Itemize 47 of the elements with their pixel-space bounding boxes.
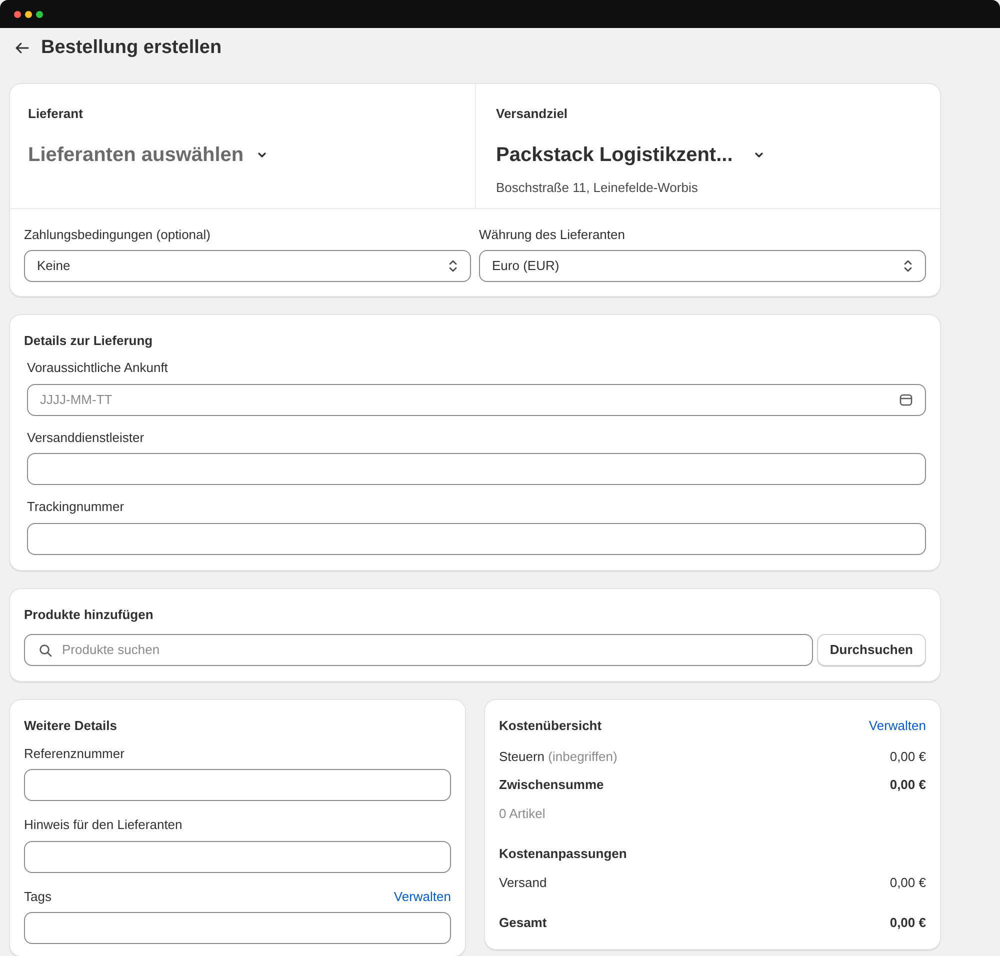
cost-value: 0,00 € — [890, 914, 926, 932]
section-heading: Kostenanpassungen — [499, 845, 628, 863]
destination-dropdown[interactable]: Packstack Logistikzent... — [496, 140, 920, 170]
cost-label: Versand — [499, 874, 547, 892]
field-label: Trackingnummer — [27, 498, 126, 516]
page-title: Bestellung erstellen — [41, 36, 222, 60]
card-title: Weitere Details — [24, 717, 118, 735]
up-down-chevron-icon — [448, 258, 458, 272]
cost-value: 0,00 € — [890, 776, 926, 794]
input-field[interactable] — [24, 769, 451, 801]
select-field[interactable]: Euro (EUR) — [479, 250, 926, 282]
cost-label: Steuern (inbegriffen) — [499, 748, 618, 766]
field-label: Hinweis für den Lieferanten — [24, 816, 182, 834]
field-label: Währung des Lieferanten — [479, 226, 626, 244]
cost-value: 0,00 € — [890, 874, 926, 892]
field-label: Versanddienstleister — [27, 428, 146, 446]
section-label: Lieferant — [28, 105, 84, 123]
card-title: Produkte hinzufügen — [24, 606, 154, 624]
manage-link[interactable]: Verwalten — [394, 886, 451, 906]
back-arrow-icon[interactable] — [15, 42, 29, 54]
cost-label: Zwischensumme — [499, 776, 604, 794]
input-field[interactable] — [27, 522, 926, 554]
card-title: Details zur Lieferung — [24, 332, 154, 350]
field-label: Tags — [24, 888, 52, 906]
manage-link[interactable]: Verwalten — [868, 716, 926, 736]
item-count: 0 Artikel — [499, 804, 546, 822]
field-label: Zahlungsbedingungen (optional) — [24, 226, 212, 244]
calendar-icon — [899, 392, 913, 406]
select-field[interactable]: Keine — [24, 250, 471, 282]
address-text: Boschstraße 11, Leinefelde-Worbis — [496, 178, 699, 196]
field-label: Voraussichtliche Ankunft — [27, 359, 169, 377]
cost-value: 0,00 € — [890, 748, 926, 766]
input-field[interactable] — [27, 453, 926, 485]
cost-label: Gesamt — [499, 914, 547, 932]
input-field[interactable] — [24, 840, 451, 872]
search-icon — [39, 644, 52, 656]
browse-button[interactable]: Durchsuchen — [816, 634, 926, 666]
supplier-dropdown[interactable]: Lieferanten auswählen — [28, 140, 457, 170]
card-title: Kostenübersicht — [499, 717, 602, 735]
input-field[interactable]: JJJJ-MM-TT — [27, 384, 926, 416]
input-field[interactable] — [24, 912, 451, 944]
section-label: Versandziel — [496, 105, 569, 123]
field-label: Referenznummer — [24, 744, 124, 762]
search-field[interactable]: Produkte suchen — [24, 634, 813, 666]
placeholder-text: Produkte suchen — [62, 641, 160, 660]
placeholder-text: JJJJ-MM-TT — [40, 390, 114, 409]
up-down-chevron-icon — [903, 258, 913, 272]
